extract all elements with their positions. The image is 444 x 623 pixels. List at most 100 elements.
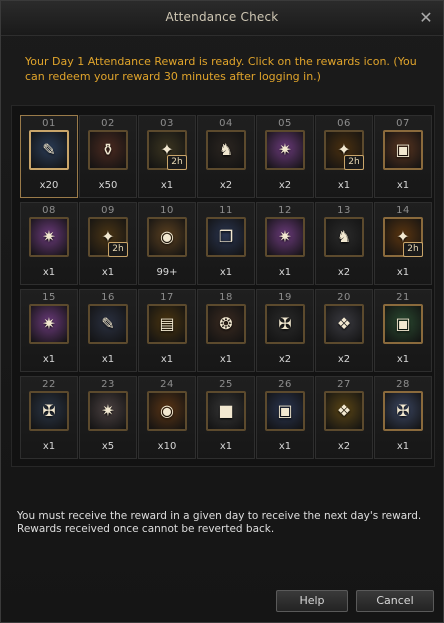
reward-day-13[interactable]: 13 ♞ x2 <box>315 202 373 285</box>
reward-day-05[interactable]: 05 ✷ x2 <box>256 115 314 198</box>
rune-icon[interactable]: ✷ <box>265 130 305 170</box>
rune-icon[interactable]: ✷ <box>29 304 69 344</box>
chest-icon[interactable]: ▣ <box>383 130 423 170</box>
reward-day-09[interactable]: 09 ✦ 2h x1 <box>79 202 137 285</box>
knight-icon[interactable]: ♞ <box>324 217 364 257</box>
day-number: 10 <box>160 205 174 216</box>
rune-icon[interactable]: ✷ <box>88 391 128 431</box>
day-number: 06 <box>337 118 351 129</box>
knight-icon[interactable]: ♞ <box>206 130 246 170</box>
day-number: 27 <box>337 379 351 390</box>
rune-icon[interactable]: ✷ <box>265 217 305 257</box>
reward-quantity: x1 <box>278 267 292 278</box>
day-number: 12 <box>278 205 292 216</box>
book-icon[interactable]: ❒ <box>206 217 246 257</box>
icon-glyph: ✠ <box>42 401 56 420</box>
day-number: 13 <box>337 205 351 216</box>
cross-icon[interactable]: ✠ <box>265 304 305 344</box>
reward-day-01[interactable]: 01 ✎ x20 <box>20 115 78 198</box>
duration-badge: 2h <box>403 242 423 257</box>
icon-glyph: ▣ <box>277 401 293 420</box>
reward-day-22[interactable]: 22 ✠ x1 <box>20 376 78 459</box>
potion-icon[interactable]: ⚱ <box>88 130 128 170</box>
reward-quantity: x10 <box>157 441 177 452</box>
reward-quantity: x1 <box>396 180 410 191</box>
reward-day-02[interactable]: 02 ⚱ x50 <box>79 115 137 198</box>
help-button[interactable]: Help <box>276 590 348 612</box>
reward-day-15[interactable]: 15 ✷ x1 <box>20 289 78 372</box>
tome-icon[interactable]: ▤ <box>147 304 187 344</box>
reward-quantity: x1 <box>396 441 410 452</box>
reward-day-08[interactable]: 08 ✷ x1 <box>20 202 78 285</box>
reward-day-12[interactable]: 12 ✷ x1 <box>256 202 314 285</box>
reward-quantity: x50 <box>98 180 118 191</box>
block-icon[interactable]: ■ <box>206 391 246 431</box>
icon-glyph: ▣ <box>395 314 411 333</box>
reward-day-04[interactable]: 04 ♞ x2 <box>197 115 255 198</box>
day-number: 15 <box>42 292 56 303</box>
buff-icon[interactable]: ✦ 2h <box>147 130 187 170</box>
reward-quantity: x2 <box>219 180 233 191</box>
day-number: 24 <box>160 379 174 390</box>
crystal-icon[interactable]: ❖ <box>324 304 364 344</box>
reward-day-24[interactable]: 24 ◉ x10 <box>138 376 196 459</box>
reward-day-11[interactable]: 11 ❒ x1 <box>197 202 255 285</box>
chest-icon[interactable]: ▣ <box>383 304 423 344</box>
reward-day-06[interactable]: 06 ✦ 2h x1 <box>315 115 373 198</box>
day-number: 28 <box>396 379 410 390</box>
icon-glyph: ✷ <box>42 314 56 333</box>
buff-icon[interactable]: ✦ 2h <box>383 217 423 257</box>
reward-quantity: x2 <box>278 180 292 191</box>
crystal-icon[interactable]: ❖ <box>324 391 364 431</box>
reward-day-10[interactable]: 10 ◉ 99+ <box>138 202 196 285</box>
attendance-window: Attendance Check ✕ Your Day 1 Attendance… <box>0 0 444 623</box>
duration-badge: 2h <box>167 155 187 170</box>
titlebar[interactable]: Attendance Check ✕ <box>1 1 443 36</box>
reward-quantity: x1 <box>219 441 233 452</box>
reward-day-17[interactable]: 17 ▤ x1 <box>138 289 196 372</box>
reward-quantity: x2 <box>337 441 351 452</box>
scroll-icon[interactable]: ✎ <box>88 304 128 344</box>
coin-icon[interactable]: ◉ <box>147 391 187 431</box>
reward-day-20[interactable]: 20 ❖ x2 <box>315 289 373 372</box>
icon-glyph: ✎ <box>101 314 115 333</box>
day-number: 19 <box>278 292 292 303</box>
reward-quantity: x1 <box>42 354 56 365</box>
reward-day-14[interactable]: 14 ✦ 2h x1 <box>374 202 432 285</box>
icon-glyph: ❒ <box>218 227 234 246</box>
cross-icon[interactable]: ✠ <box>383 391 423 431</box>
reward-day-27[interactable]: 27 ❖ x2 <box>315 376 373 459</box>
coin-icon[interactable]: ◉ <box>147 217 187 257</box>
reward-quantity: x1 <box>160 180 174 191</box>
reward-day-03[interactable]: 03 ✦ 2h x1 <box>138 115 196 198</box>
day-number: 25 <box>219 379 233 390</box>
close-icon[interactable]: ✕ <box>416 8 436 28</box>
chest-icon[interactable]: ▣ <box>265 391 305 431</box>
sigil-icon[interactable]: ❂ <box>206 304 246 344</box>
reward-quantity: x2 <box>278 354 292 365</box>
day-number: 01 <box>42 118 56 129</box>
reward-day-07[interactable]: 07 ▣ x1 <box>374 115 432 198</box>
reward-day-18[interactable]: 18 ❂ x1 <box>197 289 255 372</box>
reward-day-21[interactable]: 21 ▣ x1 <box>374 289 432 372</box>
reward-day-19[interactable]: 19 ✠ x2 <box>256 289 314 372</box>
window-title: Attendance Check <box>165 10 279 24</box>
buff-icon[interactable]: ✦ 2h <box>88 217 128 257</box>
reward-quantity: x1 <box>101 267 115 278</box>
reward-day-25[interactable]: 25 ■ x1 <box>197 376 255 459</box>
buff-icon[interactable]: ✦ 2h <box>324 130 364 170</box>
cancel-button[interactable]: Cancel <box>356 590 434 612</box>
reward-day-28[interactable]: 28 ✠ x1 <box>374 376 432 459</box>
reward-day-26[interactable]: 26 ▣ x1 <box>256 376 314 459</box>
reward-quantity: x2 <box>337 354 351 365</box>
scroll-icon[interactable]: ✎ <box>29 130 69 170</box>
reward-day-16[interactable]: 16 ✎ x1 <box>79 289 137 372</box>
icon-glyph: ✷ <box>278 140 292 159</box>
reward-quantity: x1 <box>42 441 56 452</box>
cross-icon[interactable]: ✠ <box>29 391 69 431</box>
icon-glyph: ▤ <box>159 314 175 333</box>
rune-icon[interactable]: ✷ <box>29 217 69 257</box>
reward-quantity: x1 <box>396 267 410 278</box>
day-number: 14 <box>396 205 410 216</box>
reward-day-23[interactable]: 23 ✷ x5 <box>79 376 137 459</box>
